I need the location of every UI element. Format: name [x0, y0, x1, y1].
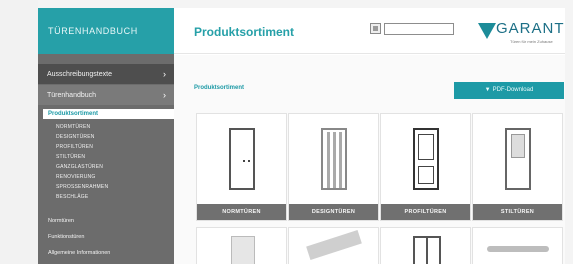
door-panel — [418, 166, 434, 184]
tile-normtueren[interactable]: NORMTÜREN — [196, 113, 287, 221]
door-handle-icon — [487, 246, 549, 252]
door-stripe — [333, 132, 336, 188]
sidebar-subitem-sprossenrahmen[interactable]: SPROSSENRAHMEN — [56, 184, 108, 190]
sidebar-item-tuerenhandbuch[interactable]: Türenhandbuch › — [38, 85, 174, 105]
tile-stiltueren[interactable]: STILTÜREN — [472, 113, 563, 221]
pdf-download-label: PDF-Download — [492, 87, 534, 93]
tile-sprossenrahmen[interactable] — [380, 227, 471, 264]
page-title: Produktsortiment — [194, 25, 295, 39]
door-design-icon — [321, 128, 347, 190]
sidebar: Ausschreibungstexte › Türenhandbuch › Pr… — [38, 54, 174, 264]
logo-text: GARANT — [496, 20, 565, 37]
search-input[interactable] — [384, 23, 454, 35]
sidebar-subitem-normtueren[interactable]: NORMTÜREN — [56, 124, 90, 130]
sidebar-item-funktionstueren[interactable]: Funktionstüren — [48, 234, 84, 240]
sidebar-item-label: Ausschreibungstexte — [47, 71, 112, 78]
window-frame-top — [0, 0, 573, 8]
search-icon[interactable] — [370, 23, 381, 34]
garant-logo[interactable]: GARANT Türen für mein Zuhause — [478, 18, 565, 48]
door-stile-icon — [505, 128, 531, 190]
garant-logo-mark-icon — [478, 23, 496, 39]
door-grille-bar — [426, 236, 428, 264]
sidebar-item-label: Türenhandbuch — [47, 92, 97, 99]
door-glass — [511, 134, 525, 158]
sidebar-subitem-profiltueren[interactable]: PROFILTÜREN — [56, 144, 93, 150]
tile-label: NORMTÜREN — [197, 204, 286, 220]
sidebar-item-normtueren[interactable]: Normtüren — [48, 218, 74, 224]
door-stripe — [339, 132, 342, 188]
chevron-right-icon: › — [163, 69, 166, 79]
chevron-right-icon: › — [163, 90, 166, 100]
sidebar-item-ausschreibungstexte[interactable]: Ausschreibungstexte › — [38, 64, 174, 84]
tile-label: DESIGNTÜREN — [289, 204, 378, 220]
logo-tagline: Türen für mein Zuhause — [510, 39, 553, 44]
download-icon: ▼ — [484, 87, 491, 93]
sidebar-subitem-designtueren[interactable]: DESIGNTÜREN — [56, 134, 95, 140]
window-frame-left — [0, 0, 38, 264]
door-handle-icon — [248, 160, 250, 162]
tile-designtueren[interactable]: DESIGNTÜREN — [288, 113, 379, 221]
breadcrumb[interactable]: Produktsortiment — [194, 85, 244, 91]
door-frame-icon — [306, 229, 362, 261]
sidebar-subitem-ganzglastueren[interactable]: GANZGLASTÜREN — [56, 164, 103, 170]
door-glass-icon — [231, 236, 255, 264]
tile-label: STILTÜREN — [473, 204, 562, 220]
door-plain-icon — [229, 128, 255, 190]
sidebar-subitem-renovierung[interactable]: RENOVIERUNG — [56, 174, 95, 180]
sidebar-subitem-stiltueren[interactable]: STILTÜREN — [56, 154, 85, 160]
sidebar-item-produktsortiment[interactable]: Produktsortiment — [43, 109, 174, 119]
sidebar-item-allgemeine-informationen[interactable]: Allgemeine Informationen — [48, 250, 110, 256]
tile-beschlaege[interactable] — [472, 227, 563, 264]
tile-ganzglastueren[interactable] — [196, 227, 287, 264]
app-title: TÜRENHANDBUCH — [48, 26, 138, 36]
pdf-download-button[interactable]: ▼ PDF-Download — [454, 82, 564, 99]
header: Produktsortiment GARANT Türen für mein Z… — [174, 8, 565, 54]
window-frame-right — [565, 0, 573, 264]
door-profile-icon — [413, 128, 439, 190]
tile-renovierung[interactable] — [288, 227, 379, 264]
door-stripe — [327, 132, 330, 188]
app-brand[interactable]: TÜRENHANDBUCH — [38, 8, 174, 54]
door-handle-icon — [243, 160, 245, 162]
tile-label: PROFILTÜREN — [381, 204, 470, 220]
tile-profiltueren[interactable]: PROFILTÜREN — [380, 113, 471, 221]
sidebar-subitem-beschlaege[interactable]: BESCHLÄGE — [56, 194, 88, 200]
door-panel — [418, 134, 434, 160]
main-content: Produktsortiment ▼ PDF-Download NORMTÜREN… — [174, 55, 565, 264]
